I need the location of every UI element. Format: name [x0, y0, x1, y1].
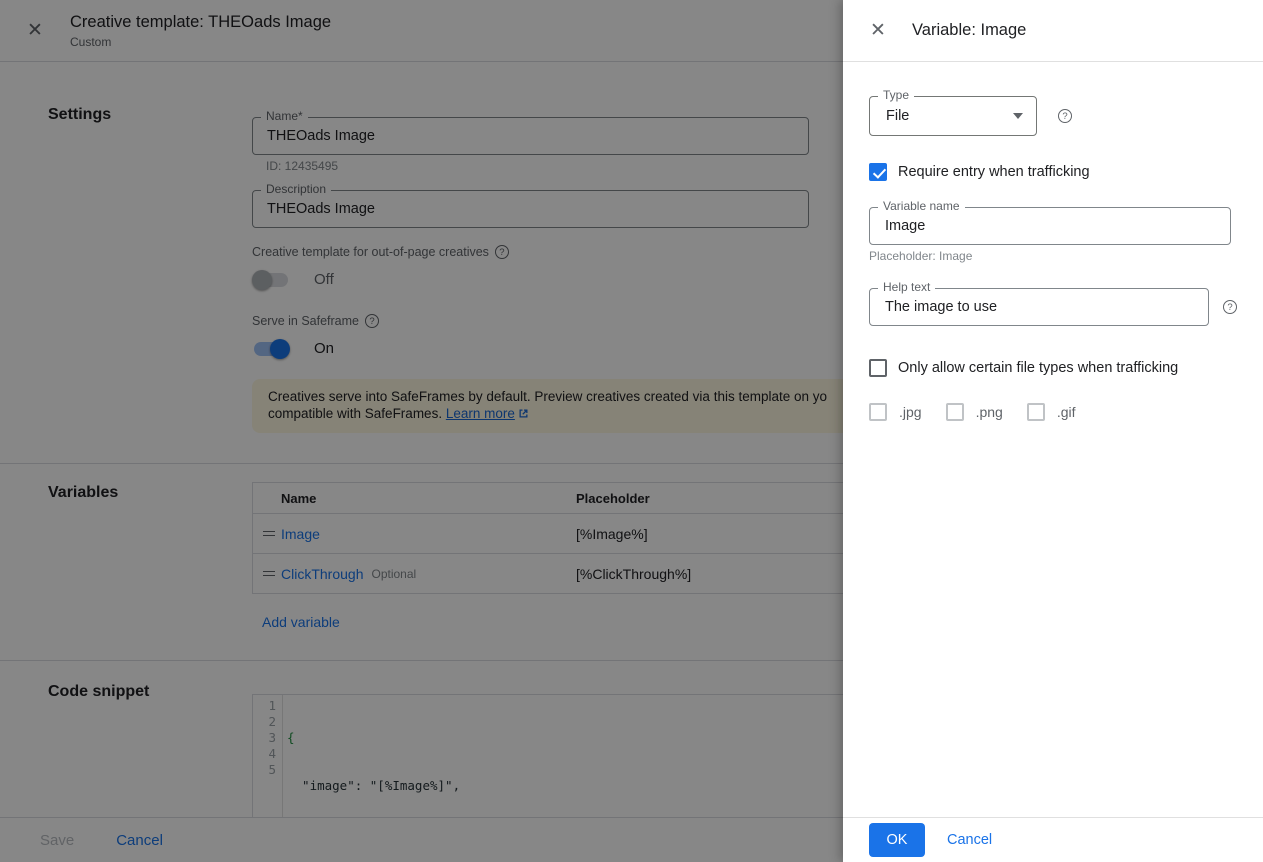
file-type-option: .gif — [1027, 403, 1076, 421]
require-entry-label: Require entry when trafficking — [898, 164, 1090, 180]
type-select[interactable]: Type File — [869, 96, 1037, 136]
require-entry-row: Require entry when trafficking — [869, 163, 1237, 181]
only-file-types-checkbox[interactable] — [869, 359, 887, 377]
close-icon[interactable]: ✕ — [869, 22, 887, 40]
app-window: ✕ Creative template: THEOads Image Custo… — [0, 0, 1263, 862]
only-file-types-label: Only allow certain file types when traff… — [898, 360, 1178, 376]
panel-title: Variable: Image — [912, 21, 1026, 40]
panel-header: ✕ Variable: Image — [843, 0, 1263, 62]
jpg-label: .jpg — [899, 404, 922, 420]
panel-footer: OK Cancel — [843, 817, 1263, 862]
variable-editor-panel: ✕ Variable: Image Type File ? Require en… — [843, 0, 1263, 862]
panel-body: Type File ? Require entry when trafficki… — [843, 62, 1263, 421]
variable-name-helper: Placeholder: Image — [869, 249, 1237, 263]
variable-name-field: Variable name Image — [869, 207, 1231, 245]
help-text-row: Help text The image to use ? — [869, 263, 1237, 326]
type-row: Type File ? — [869, 96, 1237, 136]
gif-checkbox[interactable] — [1027, 403, 1045, 421]
ok-button[interactable]: OK — [869, 823, 925, 857]
file-type-option: .jpg — [869, 403, 922, 421]
file-type-option: .png — [946, 403, 1003, 421]
type-select-label: Type — [878, 88, 914, 103]
require-entry-checkbox[interactable] — [869, 163, 887, 181]
file-type-options: .jpg .png .gif — [869, 403, 1237, 421]
variable-name-label: Variable name — [878, 199, 965, 214]
help-icon[interactable]: ? — [1223, 300, 1237, 314]
help-text-field: Help text The image to use — [869, 288, 1209, 326]
gif-label: .gif — [1057, 404, 1076, 420]
help-text-label: Help text — [878, 280, 935, 295]
png-checkbox[interactable] — [946, 403, 964, 421]
help-icon[interactable]: ? — [1058, 109, 1072, 123]
jpg-checkbox[interactable] — [869, 403, 887, 421]
file-types-row: Only allow certain file types when traff… — [869, 359, 1237, 377]
png-label: .png — [976, 404, 1003, 420]
panel-cancel-button[interactable]: Cancel — [947, 832, 992, 848]
